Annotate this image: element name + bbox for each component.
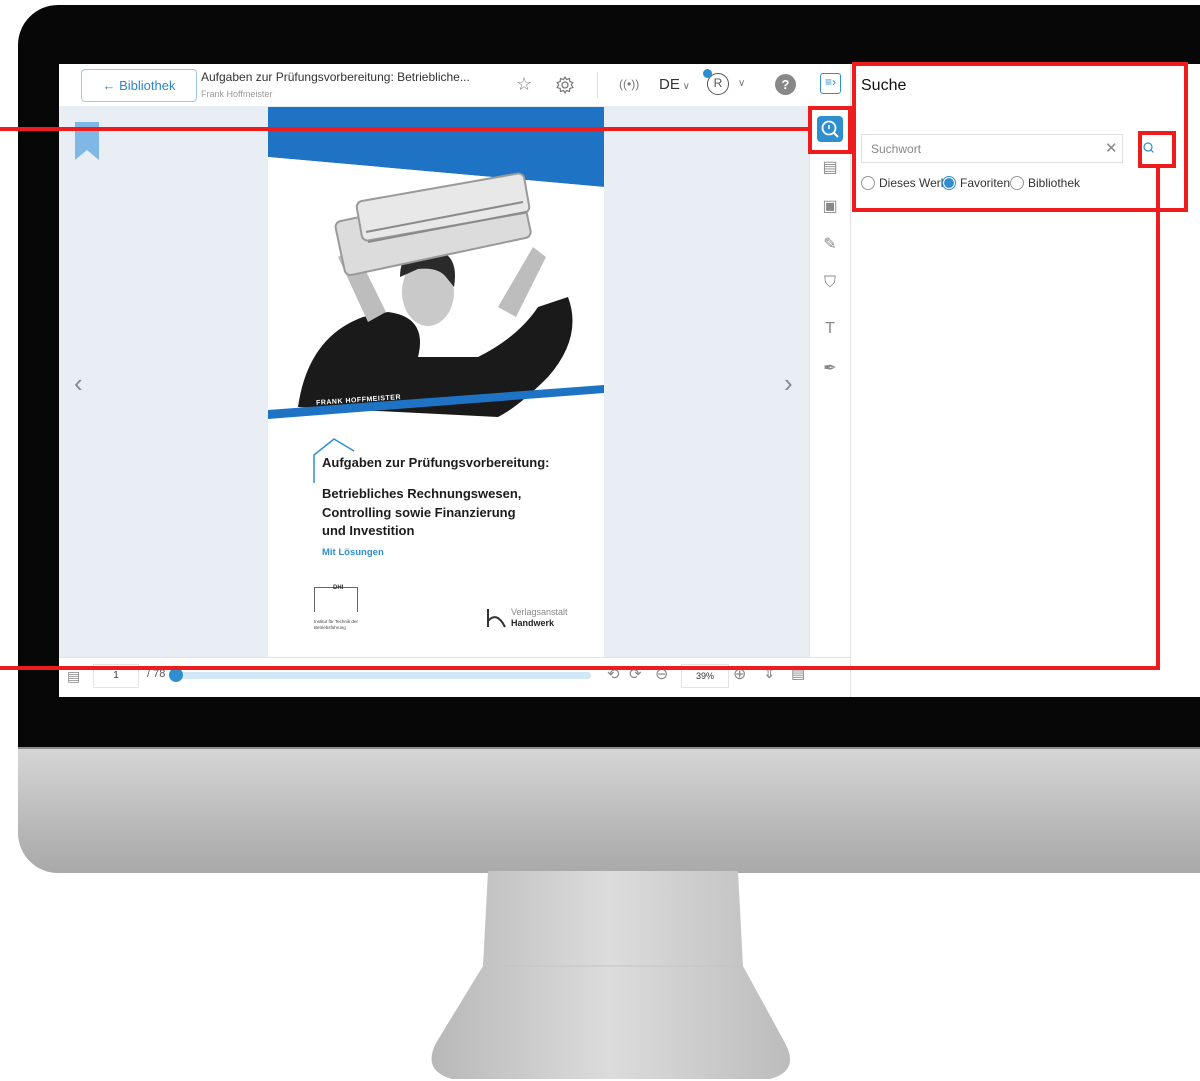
page-progress-track[interactable] (171, 672, 591, 679)
monitor-stand (431, 871, 790, 1079)
previous-page-arrow[interactable]: ‹ (74, 368, 83, 399)
book-cover-page: FRANK HOFFMEISTER Aufgaben zur Prüfungsv… (268, 107, 604, 657)
annotation-search-tool-frame (808, 106, 852, 154)
pages-icon[interactable]: ▣ (819, 195, 841, 217)
panel-toggle-icon[interactable]: ≡› (820, 73, 841, 94)
monitor-chin (18, 747, 1200, 873)
tool-sidebar: ▤ ▣ ✎ ⛉ T ✒ (809, 106, 851, 657)
broadcast-icon[interactable]: ((•)) (619, 77, 639, 91)
star-icon[interactable]: ☆ (516, 75, 532, 93)
text-select-icon[interactable]: T (819, 318, 841, 340)
bottom-toolbar: ▤ 1 / 78 ⟲ ⟳ ⊖ 39% ⊕ ⇕ ▤ (59, 657, 850, 697)
publisher-line-2: Handwerk (511, 618, 555, 628)
publisher-line-1: Verlagsanstalt (511, 607, 568, 617)
page-progress-handle[interactable] (169, 668, 183, 682)
annotation-line-vertical (1156, 167, 1160, 670)
annotation-line-top (0, 127, 810, 131)
annotation-search-button-frame (1138, 131, 1176, 168)
notification-dot (703, 69, 712, 78)
cover-image (268, 107, 604, 427)
top-toolbar: ← Bibliothek Aufgaben zur Prüfungsvorber… (59, 64, 850, 106)
cover-title: Aufgaben zur Prüfungsvorbereitung: (322, 455, 550, 470)
cover-solutions-label: Mit Lösungen (322, 547, 384, 558)
page-list-icon[interactable]: ▤ (67, 668, 80, 685)
back-to-library-button[interactable]: ← Bibliothek (81, 69, 197, 102)
publisher-logo-mark (487, 609, 506, 628)
annotation-line-bottom (0, 666, 1160, 670)
pen-icon[interactable]: ✒ (819, 357, 841, 379)
chevron-down-icon[interactable]: ∨ (738, 78, 745, 89)
gear-icon[interactable] (555, 75, 575, 95)
book-title: Aufgaben zur Prüfungsvorbereitung: Betri… (201, 70, 470, 84)
language-selector[interactable]: DE ∨ (659, 76, 690, 93)
toc-icon[interactable]: ▤ (819, 156, 841, 178)
help-icon[interactable]: ? (775, 74, 796, 95)
toolbar-divider (597, 72, 598, 98)
dhi-logo: DHI (314, 585, 358, 612)
bookmark-list-icon[interactable]: ⛉ (819, 272, 841, 294)
next-page-arrow[interactable]: › (784, 368, 793, 399)
notes-icon[interactable]: ✎ (819, 233, 841, 255)
book-author: Frank Hoffmeister (201, 89, 273, 99)
dhi-logo-caption: Institut für Technik der Betriebsführung (314, 619, 358, 630)
dhi-logo-text: DHI (333, 585, 344, 591)
cover-subtitle: Betriebliches Rechnungswesen, Controllin… (322, 486, 522, 538)
